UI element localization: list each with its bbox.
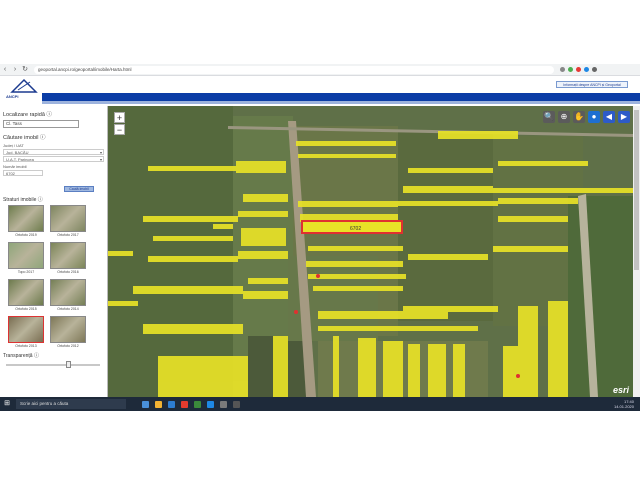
layer-thumbnail-label: Topo 2017: [17, 270, 35, 274]
extension-icon[interactable]: [584, 67, 589, 72]
uat-select-value: U.A.T. Parincea: [6, 157, 34, 162]
uat-select[interactable]: U.A.T. Parincea ▾: [3, 156, 104, 162]
esri-attribution: esri: [612, 385, 629, 395]
address-bar[interactable]: geoportal.ancpi.ro/geoportal/imobile/Har…: [34, 65, 554, 74]
vertical-scrollbar[interactable]: [633, 106, 640, 397]
chevron-down-icon: ▾: [99, 157, 102, 162]
extension-icon[interactable]: [592, 67, 597, 72]
layer-thumbnail[interactable]: Ortofoto 2015: [8, 279, 44, 313]
layer-thumbnail[interactable]: Ortofoto 2017: [50, 205, 86, 239]
taskbar-apps: [142, 400, 240, 408]
layer-thumbnail[interactable]: Ortofoto 2016: [50, 242, 86, 276]
layer-thumbnail-image: [50, 205, 86, 232]
taskbar-app-icon[interactable]: [181, 400, 188, 408]
chevron-down-icon: ▾: [99, 150, 102, 155]
layer-thumbnail-label: Ortofoto 2016: [57, 270, 79, 274]
taskbar-app-icon[interactable]: [233, 400, 240, 408]
county-select[interactable]: Jud. BACĂU ▾: [3, 149, 104, 155]
transparency-title: Transparență ⓘ: [3, 353, 39, 359]
clock-date: 14.01.2020: [613, 404, 634, 409]
layer-thumbnail-image: [8, 205, 44, 232]
cadastral-search-title: Căutare imobil ⓘ: [3, 135, 46, 141]
map-toolbar: 🔍 ⊕ ✋ ● ◀ ▶: [518, 110, 630, 124]
site-header: ANCPI Informații despre ANCPI și Geoport…: [0, 76, 640, 106]
layer-thumbnail-label: Ortofoto 2015: [15, 307, 37, 311]
left-panel: Localizare rapidă ⓘ Cl. Tass Căutare imo…: [0, 106, 108, 397]
url-text: geoportal.ancpi.ro/geoportal/imobile/Har…: [38, 67, 132, 72]
layer-thumbnail[interactable]: Ortofoto 2014: [50, 279, 86, 313]
scrollbar-thumb[interactable]: [634, 110, 639, 270]
back-arrow-icon[interactable]: ◀: [603, 111, 615, 123]
taskbar-app-icon[interactable]: [194, 400, 201, 408]
taskbar-app-icon[interactable]: [207, 400, 214, 408]
layer-thumbnail-image: [8, 242, 44, 269]
parcel-id-input[interactable]: 6702: [3, 170, 43, 176]
layer-thumbnail-image: [50, 279, 86, 306]
screen: ‹ › ↻ geoportal.ancpi.ro/geoportal/imobi…: [0, 64, 640, 411]
selected-parcel-label: 6702: [350, 226, 361, 232]
pan-icon[interactable]: ✋: [573, 111, 585, 123]
layer-thumbnail-label: Ortofoto 2017: [57, 233, 79, 237]
arrow-right-icon[interactable]: ›: [10, 65, 20, 75]
layer-thumbnail[interactable]: Topo 2017: [8, 242, 44, 276]
ancpi-logo: [10, 78, 38, 93]
layer-thumbnail-label: Ortofoto 2013: [15, 344, 37, 348]
forward-arrow-icon[interactable]: ▶: [618, 111, 630, 123]
arrow-left-icon[interactable]: ‹: [0, 65, 10, 75]
quick-search-title: Localizare rapidă ⓘ: [3, 112, 52, 118]
extension-icon[interactable]: [568, 67, 573, 72]
zoom-in-button[interactable]: +: [114, 112, 125, 123]
aerial-map[interactable]: 6702: [108, 106, 633, 397]
extension-icon[interactable]: [560, 67, 565, 72]
reload-icon[interactable]: ↻: [20, 65, 30, 75]
taskbar-app-icon[interactable]: [220, 400, 227, 408]
layer-thumbnail[interactable]: Ortofoto 2019: [8, 205, 44, 239]
taskbar-app-icon[interactable]: [155, 400, 162, 408]
uat-label: Județ / UAT: [3, 143, 24, 148]
zoom-out-button[interactable]: −: [114, 124, 125, 135]
zoom-box-icon[interactable]: 🔍: [543, 111, 555, 123]
parcel-id-value: 6702: [6, 171, 15, 176]
layer-thumbnail-image: [50, 316, 86, 343]
windows-start-icon[interactable]: ⊞: [0, 397, 14, 411]
taskbar-search-input[interactable]: Scrie aici pentru a căuta: [16, 399, 126, 409]
map-view[interactable]: 6702 + − 🔍 ⊕ ✋ ● ◀ ▶ esri: [108, 106, 633, 397]
layer-thumbnails: Ortofoto 2019 Ortofoto 2017 Topo 2017 Ortof…: [8, 205, 86, 350]
transparency-slider-handle[interactable]: [66, 361, 72, 368]
taskbar: ⊞ Scrie aici pentru a căuta 17:40 14.01.…: [0, 397, 640, 411]
layer-thumbnail-image: [50, 242, 86, 269]
layers-title: Straturi imobile ⓘ: [3, 197, 43, 203]
layer-thumbnail-label: Ortofoto 2012: [57, 344, 79, 348]
logo-text: ANCPI: [6, 94, 19, 99]
layer-thumbnail-label: Ortofoto 2014: [57, 307, 79, 311]
header-band: [42, 93, 640, 101]
system-tray: 17:40 14.01.2020: [614, 399, 634, 409]
layer-thumbnail-image: [8, 279, 44, 306]
zoom-icon[interactable]: ⊕: [558, 111, 570, 123]
globe-icon[interactable]: ●: [588, 111, 600, 123]
browser-toolbar: ‹ › ↻ geoportal.ancpi.ro/geoportal/imobi…: [0, 64, 640, 76]
county-select-value: Jud. BACĂU: [6, 150, 29, 155]
transparency-slider[interactable]: [6, 364, 100, 366]
layer-thumbnail-image: [8, 316, 44, 343]
info-link-button[interactable]: Informații despre ANCPI și Geoportal: [556, 81, 628, 88]
taskbar-app-icon[interactable]: [168, 400, 175, 408]
parcel-id-label: Număr imobil: [3, 164, 27, 169]
layer-thumbnail[interactable]: Ortofoto 2012: [50, 316, 86, 350]
extension-icon[interactable]: [576, 67, 581, 72]
header-band-stripe: [42, 101, 640, 104]
search-parcel-button[interactable]: Caută imobil: [64, 186, 94, 192]
quick-search-input[interactable]: Cl. Tass: [3, 120, 79, 128]
extension-icons: [560, 67, 597, 72]
taskbar-app-icon[interactable]: [142, 400, 149, 408]
layer-thumbnail-label: Ortofoto 2019: [15, 233, 37, 237]
layer-thumbnail[interactable]: Ortofoto 2013: [8, 316, 44, 350]
